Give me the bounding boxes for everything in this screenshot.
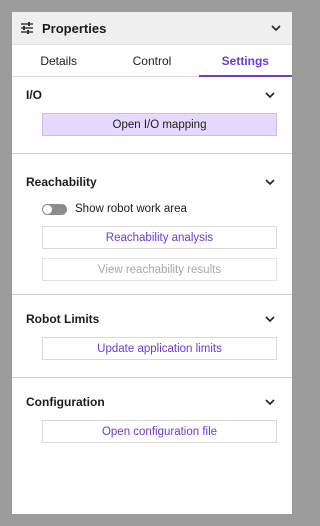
tab-settings[interactable]: Settings: [198, 45, 292, 77]
show-work-area-toggle[interactable]: [42, 203, 67, 215]
section-configuration-header[interactable]: Configuration: [12, 384, 292, 420]
show-work-area-label: Show robot work area: [75, 203, 187, 215]
chevron-down-icon[interactable]: [264, 176, 276, 188]
view-reachability-results-button: View reachability results: [42, 258, 277, 281]
chevron-down-icon[interactable]: [264, 313, 276, 325]
section-robot-limits: Robot Limits Update application limits: [12, 301, 292, 378]
reachability-analysis-button[interactable]: Reachability analysis: [42, 226, 277, 249]
toggle-knob: [43, 204, 52, 214]
sliders-icon: [20, 21, 34, 35]
tab-bar: Details Control Settings: [12, 45, 292, 77]
open-configuration-file-button[interactable]: Open configuration file: [42, 420, 277, 443]
chevron-down-icon[interactable]: [264, 396, 276, 408]
chevron-down-icon[interactable]: [270, 22, 282, 34]
section-configuration: Configuration Open configuration file: [12, 384, 292, 457]
open-io-mapping-button[interactable]: Open I/O mapping: [42, 113, 277, 136]
panel-header[interactable]: Properties: [12, 12, 292, 45]
update-application-limits-button[interactable]: Update application limits: [42, 337, 277, 360]
show-work-area-row: Show robot work area: [42, 200, 277, 218]
chevron-down-icon[interactable]: [264, 89, 276, 101]
section-reachability-title: Reachability: [26, 175, 97, 189]
section-reachability-header[interactable]: Reachability: [12, 164, 292, 200]
panel-title: Properties: [42, 20, 107, 36]
section-io: I/O Open I/O mapping: [12, 77, 292, 154]
section-io-title: I/O: [26, 88, 43, 102]
section-reachability: Reachability Show robot work area Reacha…: [12, 164, 292, 295]
properties-panel: Properties Details Control Settings I/O …: [12, 12, 292, 514]
tab-control[interactable]: Control: [105, 45, 198, 76]
section-robot-limits-title: Robot Limits: [26, 312, 100, 326]
section-io-header[interactable]: I/O: [12, 77, 292, 113]
section-robot-limits-header[interactable]: Robot Limits: [12, 301, 292, 337]
section-configuration-title: Configuration: [26, 395, 105, 409]
tab-details[interactable]: Details: [12, 45, 105, 76]
